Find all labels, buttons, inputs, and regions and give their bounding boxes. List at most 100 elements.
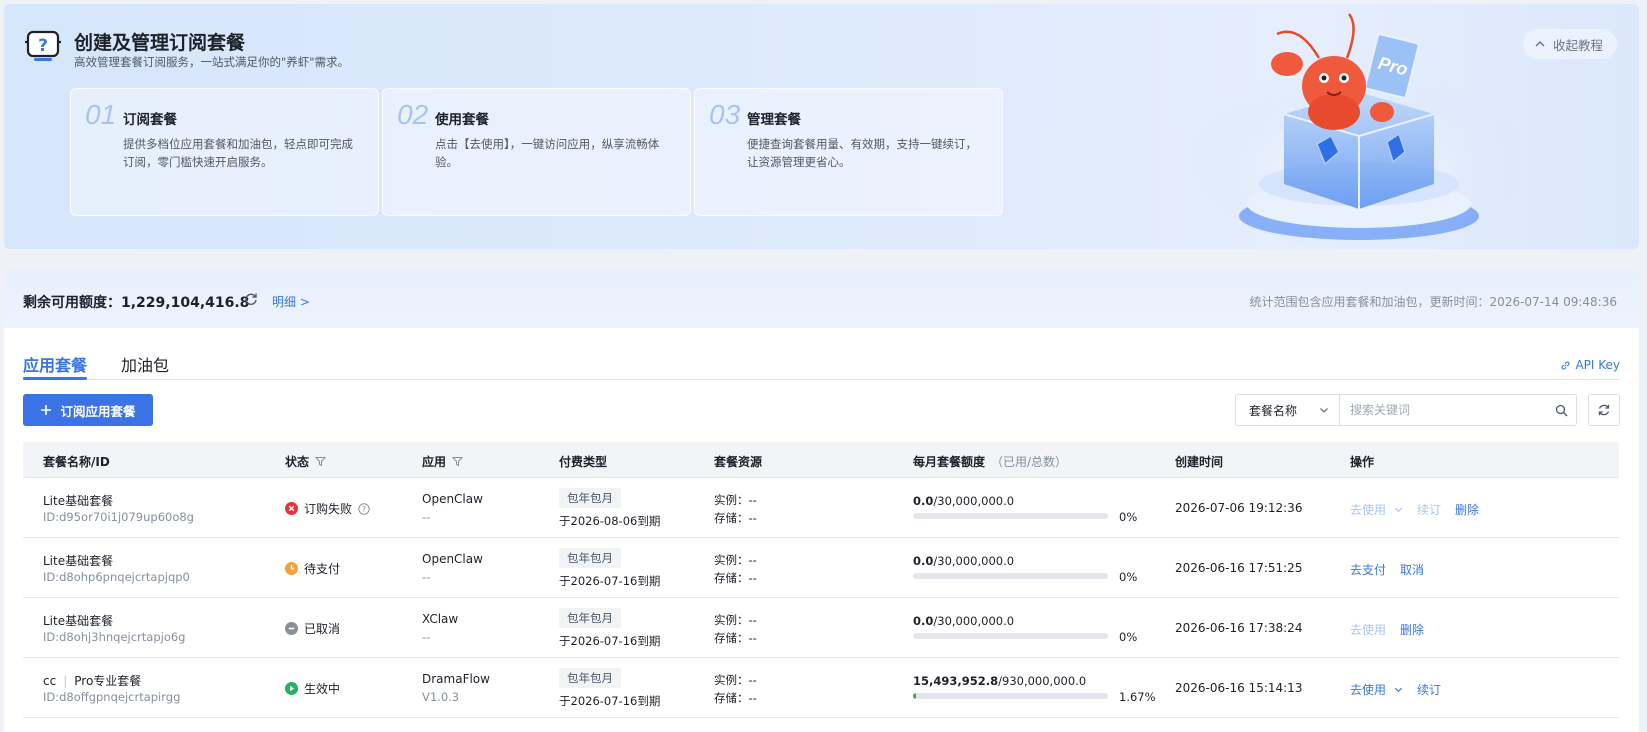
filter-icon[interactable] xyxy=(452,456,464,467)
step-number: 02 xyxy=(397,99,429,130)
refresh-icon[interactable] xyxy=(244,292,260,308)
plus-icon xyxy=(41,405,52,415)
search-icon[interactable] xyxy=(1546,395,1576,425)
row-actions: 去使用 续订 xyxy=(1350,681,1441,698)
use-button[interactable]: 去使用 xyxy=(1350,621,1386,638)
step-number: 03 xyxy=(709,99,741,130)
status-text: 已取消 xyxy=(304,622,341,636)
row-actions: 去支付 取消 xyxy=(1350,561,1424,578)
minus-circle-icon xyxy=(285,622,298,635)
quota-progress-bar xyxy=(913,693,1108,699)
tab-app-plans[interactable]: 应用套餐 xyxy=(23,352,87,376)
header-name-label: 套餐名称/ID xyxy=(43,455,110,469)
storage-resource: 存储：-- xyxy=(714,571,757,585)
quota-total: /30,000,000.0 xyxy=(933,614,1015,628)
svg-text:?: ? xyxy=(38,36,48,56)
quota-used: 0.0 xyxy=(913,614,934,628)
step-card-manage: 03 管理套餐 便捷查询套餐用量、有效期，支持一键续订，让资源管理更省心。 xyxy=(694,88,1003,216)
header-pay-label: 付费类型 xyxy=(559,455,608,469)
name-divider: | xyxy=(63,674,68,688)
filter-icon[interactable] xyxy=(315,456,327,467)
clock-icon xyxy=(285,562,298,575)
plan-name-text: Pro专业套餐 xyxy=(74,674,142,688)
header-quota-sub: （已用/总数） xyxy=(991,455,1068,469)
quota-used: 15,493,952.8 xyxy=(913,674,999,688)
status-text: 待支付 xyxy=(304,562,341,576)
search-group: 套餐名称 xyxy=(1235,394,1577,426)
expire-date: 于2026-07-16到期 xyxy=(559,694,661,708)
app-version: -- xyxy=(422,510,431,524)
created-time: 2026-07-06 19:12:36 xyxy=(1175,501,1303,515)
header-quota-label: 每月套餐额度 xyxy=(913,455,986,469)
app-name: OpenClaw xyxy=(422,552,483,566)
quota-usage: 15,493,952.8/930,000,000.0 xyxy=(913,674,1086,688)
use-button[interactable]: 去使用 xyxy=(1350,681,1386,698)
delete-button[interactable]: 删除 xyxy=(1400,621,1424,638)
api-key-link[interactable]: API Key xyxy=(1560,358,1620,372)
plan-name: cc | Pro专业套餐 xyxy=(43,672,141,689)
refresh-list-button[interactable] xyxy=(1588,394,1620,426)
step-title: 管理套餐 xyxy=(747,112,801,128)
remaining-quota-bar: 剩余可用额度：1,229,104,416.8 明细 > 统计范围包含应用套餐和加… xyxy=(4,270,1639,328)
plan-id: ID:d8ohj3hnqejcrtapjo6g xyxy=(43,630,186,644)
main-panel: 应用套餐 加油包 API Key 订阅应用套餐 套餐名称 套餐名称/ID 状态 xyxy=(4,328,1639,732)
subscribe-plan-label: 订阅应用套餐 xyxy=(60,403,136,419)
use-dropdown[interactable]: 去使用 xyxy=(1350,681,1403,698)
storage-resource: 存储：-- xyxy=(714,511,757,525)
expire-date: 于2026-07-16到期 xyxy=(559,574,661,588)
tab-bar: 应用套餐 加油包 xyxy=(23,328,1620,380)
tutorial-banner: ? 创建及管理订阅套餐 高效管理套餐订阅服务，一站式满足你的"养虾"需求。 01… xyxy=(4,4,1639,249)
created-time: 2026-06-16 15:14:13 xyxy=(1175,681,1303,695)
created-time: 2026-06-16 17:38:24 xyxy=(1175,621,1303,635)
chevron-down-icon[interactable] xyxy=(1394,505,1403,514)
app-name: XClaw xyxy=(422,612,459,626)
tab-booster-packs[interactable]: 加油包 xyxy=(121,352,169,376)
chevron-down-icon[interactable] xyxy=(1394,685,1403,694)
instance-resource: 实例：-- xyxy=(714,493,757,507)
plan-name: Lite基础套餐 xyxy=(43,554,114,568)
quota-progress-bar xyxy=(913,633,1108,639)
remaining-quota-label: 剩余可用额度： xyxy=(23,295,121,311)
header-app: 应用 xyxy=(422,453,464,470)
header-ops-label: 操作 xyxy=(1350,455,1375,469)
plan-id: ID:d8offgpnqejcrtapirgg xyxy=(43,690,181,704)
play-icon xyxy=(285,682,298,695)
api-key-label: API Key xyxy=(1575,358,1620,372)
quota-detail-link[interactable]: 明细 > xyxy=(272,293,310,310)
error-icon xyxy=(285,502,298,515)
collapse-tutorial-button[interactable]: 收起教程 xyxy=(1522,29,1617,59)
header-app-label: 应用 xyxy=(422,455,447,469)
delete-button[interactable]: 删除 xyxy=(1455,501,1479,518)
link-icon xyxy=(1561,360,1570,370)
row-actions: 去使用 删除 xyxy=(1350,621,1424,638)
use-dropdown[interactable]: 去使用 xyxy=(1350,501,1403,518)
remaining-quota-value: 1,229,104,416.8 xyxy=(121,295,250,311)
renew-button[interactable]: 续订 xyxy=(1417,501,1441,518)
search-input[interactable] xyxy=(1340,395,1546,425)
header-resource-label: 套餐资源 xyxy=(714,455,763,469)
status-text: 生效中 xyxy=(304,682,341,696)
pay-type-tag: 包年包月 xyxy=(559,548,621,568)
cancel-button[interactable]: 取消 xyxy=(1400,561,1424,578)
table-row: Lite基础套餐 ID:d95or70i1j079up60o8g 订购失败? Open… xyxy=(23,478,1619,538)
subscribe-plan-button[interactable]: 订阅应用套餐 xyxy=(23,394,153,426)
header-created: 创建时间 xyxy=(1175,453,1223,470)
help-icon[interactable]: ? xyxy=(358,502,370,515)
pay-button[interactable]: 去支付 xyxy=(1350,561,1386,578)
renew-button[interactable]: 续订 xyxy=(1417,681,1441,698)
quota-progress-bar xyxy=(913,573,1108,579)
active-tab-indicator xyxy=(23,377,87,380)
search-field-select[interactable]: 套餐名称 xyxy=(1236,395,1340,425)
quota-update-note: 统计范围包含应用套餐和加油包，更新时间：2026-07-14 09:48:36 xyxy=(1249,295,1617,309)
status-badge: 生效中 xyxy=(285,680,340,697)
plan-id: ID:d95or70i1j079up60o8g xyxy=(43,510,194,524)
use-button[interactable]: 去使用 xyxy=(1350,501,1386,518)
banner-subtitle: 高效管理套餐订阅服务，一站式满足你的"养虾"需求。 xyxy=(74,55,350,69)
plan-name: Lite基础套餐 xyxy=(43,494,114,508)
refresh-icon xyxy=(1598,404,1610,416)
quota-used: 0.0 xyxy=(913,494,934,508)
quota-usage: 0.0/30,000,000.0 xyxy=(913,494,1014,508)
status-badge: 待支付 xyxy=(285,560,340,577)
header-name: 套餐名称/ID xyxy=(43,453,110,470)
quota-progress-fill xyxy=(913,693,917,699)
